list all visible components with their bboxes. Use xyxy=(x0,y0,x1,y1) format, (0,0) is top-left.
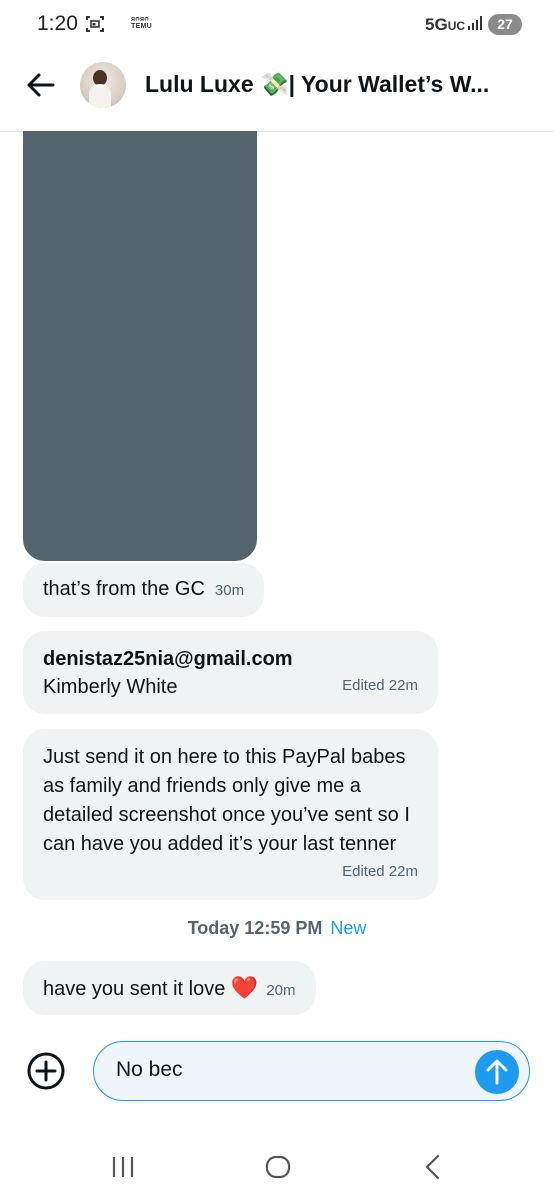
new-label: New xyxy=(330,918,367,938)
status-time: 1:20 xyxy=(37,12,78,35)
network-type: 5G xyxy=(425,15,448,34)
message-time: 30m xyxy=(214,582,245,599)
battery-indicator: 27 xyxy=(488,14,522,35)
message-text: have you sent it love xyxy=(43,978,226,1000)
message-time: Edited 22m xyxy=(342,863,418,880)
temu-badge-top: ᴙᴒᴙᴒ xyxy=(131,16,150,23)
date-divider: Today 12:59 PM New xyxy=(0,918,554,939)
divider-date: Today 12:59 PM xyxy=(187,918,323,938)
message-bubble[interactable]: Just send it on here to this PayPal babe… xyxy=(23,729,438,900)
plus-circle-icon[interactable] xyxy=(26,1051,66,1091)
message-text: that’s from the GC xyxy=(43,578,205,600)
message-bubble[interactable]: have you sent it love ❤️ 20m xyxy=(23,961,316,1015)
temu-app-icon: ᴙᴒᴙᴒ TEMU xyxy=(131,16,152,30)
network-suffix: UC xyxy=(447,19,466,33)
shared-image[interactable] xyxy=(23,131,257,561)
network-indicator: 5GUC xyxy=(425,15,465,35)
screenshot-icon xyxy=(85,14,105,34)
signal-icon xyxy=(467,15,483,31)
status-bar: 1:20 ᴙᴒᴙᴒ TEMU 5GUC 27 xyxy=(0,0,554,50)
send-arrow-icon[interactable] xyxy=(475,1050,519,1094)
back-arrow-icon[interactable] xyxy=(24,68,58,102)
message-email: denistaz25nia@gmail.com xyxy=(43,648,293,670)
message-time: 20m xyxy=(266,982,296,999)
avatar-body xyxy=(89,84,111,108)
nav-recent-icon[interactable] xyxy=(108,1155,138,1179)
message-bubble[interactable]: that’s from the GC 30m xyxy=(23,563,265,617)
nav-back-icon[interactable] xyxy=(422,1153,444,1181)
avatar[interactable] xyxy=(80,62,126,108)
message-input[interactable] xyxy=(116,1058,456,1082)
conversation-title[interactable]: Lulu Luxe 💸| Your Wallet’s W... xyxy=(145,71,525,98)
message-bubble[interactable]: denistaz25nia@gmail.com Kimberly White E… xyxy=(23,631,438,714)
heart-emoji: ❤️ xyxy=(230,975,259,1000)
message-time: Edited 22m xyxy=(342,677,418,694)
nav-home-icon[interactable] xyxy=(265,1155,291,1179)
message-text: Just send it on here to this PayPal babe… xyxy=(43,746,410,855)
conversation-header: Lulu Luxe 💸| Your Wallet’s W... xyxy=(0,50,554,132)
temu-badge-label: TEMU xyxy=(131,23,153,30)
message-composer xyxy=(93,1041,530,1101)
